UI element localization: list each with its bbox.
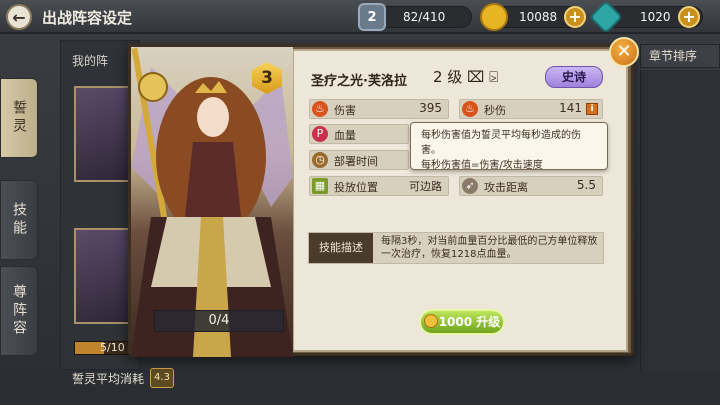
tooltip-line: 每秒伤害值=伤害/攻击速度	[421, 160, 543, 171]
stat-value: 可边路	[409, 180, 442, 193]
info-icon[interactable]: i	[586, 103, 598, 115]
level-shield-icon: 2	[358, 3, 386, 31]
deck-card[interactable]	[74, 86, 134, 182]
stamina-value: 82/410	[403, 10, 446, 24]
stat-dps: ♨ 秒伤 141	[459, 99, 603, 119]
stat-label: 秒伤	[484, 104, 506, 117]
stat-range: ➶ 攻击距离 5.5	[459, 176, 603, 196]
stat-deploy-time: ◷ 部署时间	[309, 150, 409, 170]
stat-label: 部署时间	[334, 155, 378, 168]
right-panel	[640, 70, 720, 370]
hero-name: 圣疗之光·芙洛拉	[311, 74, 407, 89]
hero-info-panel	[292, 49, 628, 352]
stat-label: 投放位置	[334, 181, 378, 194]
tab-skills[interactable]: 技能	[0, 180, 38, 260]
top-bar: ← 出战阵容设定 82/410 2 10088 + 1020 +	[0, 0, 720, 34]
page-title: 出战阵容设定	[42, 9, 133, 27]
stat-label: 血量	[334, 129, 356, 142]
gold-coin-icon	[480, 3, 508, 31]
stat-value: 395	[419, 101, 442, 115]
back-button[interactable]: ←	[6, 4, 32, 30]
back-arrow-icon: ←	[12, 7, 26, 27]
stat-value: 141	[559, 101, 582, 115]
level-shield-number: 2	[367, 9, 377, 25]
avg-cost-value: 4.3	[150, 368, 174, 388]
tab-formation[interactable]: 尊阵容	[0, 266, 38, 356]
chapter-sort-button[interactable]: 章节排序	[640, 44, 720, 68]
dps-tooltip: 每秒伤害值为誓灵平均每秒造成的伤害。 每秒伤害值=伤害/攻击速度	[410, 122, 608, 171]
fire-icon: ♨	[312, 101, 328, 117]
stat-position: ▦ 投放位置 可边路	[309, 176, 449, 196]
gem-value: 1020	[640, 10, 671, 24]
stat-label: 攻击距离	[484, 181, 528, 194]
upgrade-label: 1000 升级	[438, 315, 501, 329]
upgrade-button[interactable]: 1000 升级	[419, 309, 505, 335]
map-icon: ▦	[312, 178, 328, 194]
stat-hp: P 血量	[309, 124, 409, 144]
fire-icon: ♨	[462, 101, 478, 117]
deck-progress-text: 5/10	[100, 341, 125, 354]
skill-label: 技能描述	[309, 233, 373, 263]
plus-icon: +	[682, 7, 696, 26]
gold-coin-icon	[423, 314, 438, 328]
stat-label: 伤害	[334, 104, 356, 117]
skill-text: 每隔3秒，对当前血量百分比最低的己方单位释放一次治疗，恢复1218点血量。	[381, 236, 598, 260]
stat-damage: ♨ 伤害 395	[309, 99, 449, 119]
plus-icon: +	[568, 7, 582, 26]
stamina-counter: 82/410	[372, 6, 472, 28]
stat-value: 5.5	[576, 178, 596, 192]
add-gold-button[interactable]: +	[564, 6, 586, 28]
add-gem-button[interactable]: +	[678, 6, 700, 28]
avg-cost-label: 誓灵平均消耗	[72, 372, 145, 386]
close-button[interactable]: ✕	[609, 37, 639, 67]
clock-icon: ◷	[312, 152, 328, 168]
gold-value: 10088	[519, 10, 558, 24]
heart-icon: P	[312, 126, 328, 142]
tooltip-line: 每秒伤害值为誓灵平均每秒造成的伤害。	[421, 130, 581, 156]
card-count: 0/4	[154, 310, 284, 332]
tab-spirits[interactable]: 誓灵	[0, 78, 38, 158]
hero-level: 2 级 ⌧ ⍄	[433, 68, 499, 86]
skill-description: 技能描述 每隔3秒，对当前血量百分比最低的己方单位释放一次治疗，恢复1218点血…	[308, 232, 604, 264]
my-deck-label: 我的阵	[72, 54, 109, 68]
deck-card[interactable]	[74, 228, 134, 324]
rarity-tag: 史诗	[545, 66, 603, 88]
close-icon: ✕	[616, 41, 632, 62]
bow-icon: ➶	[462, 178, 478, 194]
